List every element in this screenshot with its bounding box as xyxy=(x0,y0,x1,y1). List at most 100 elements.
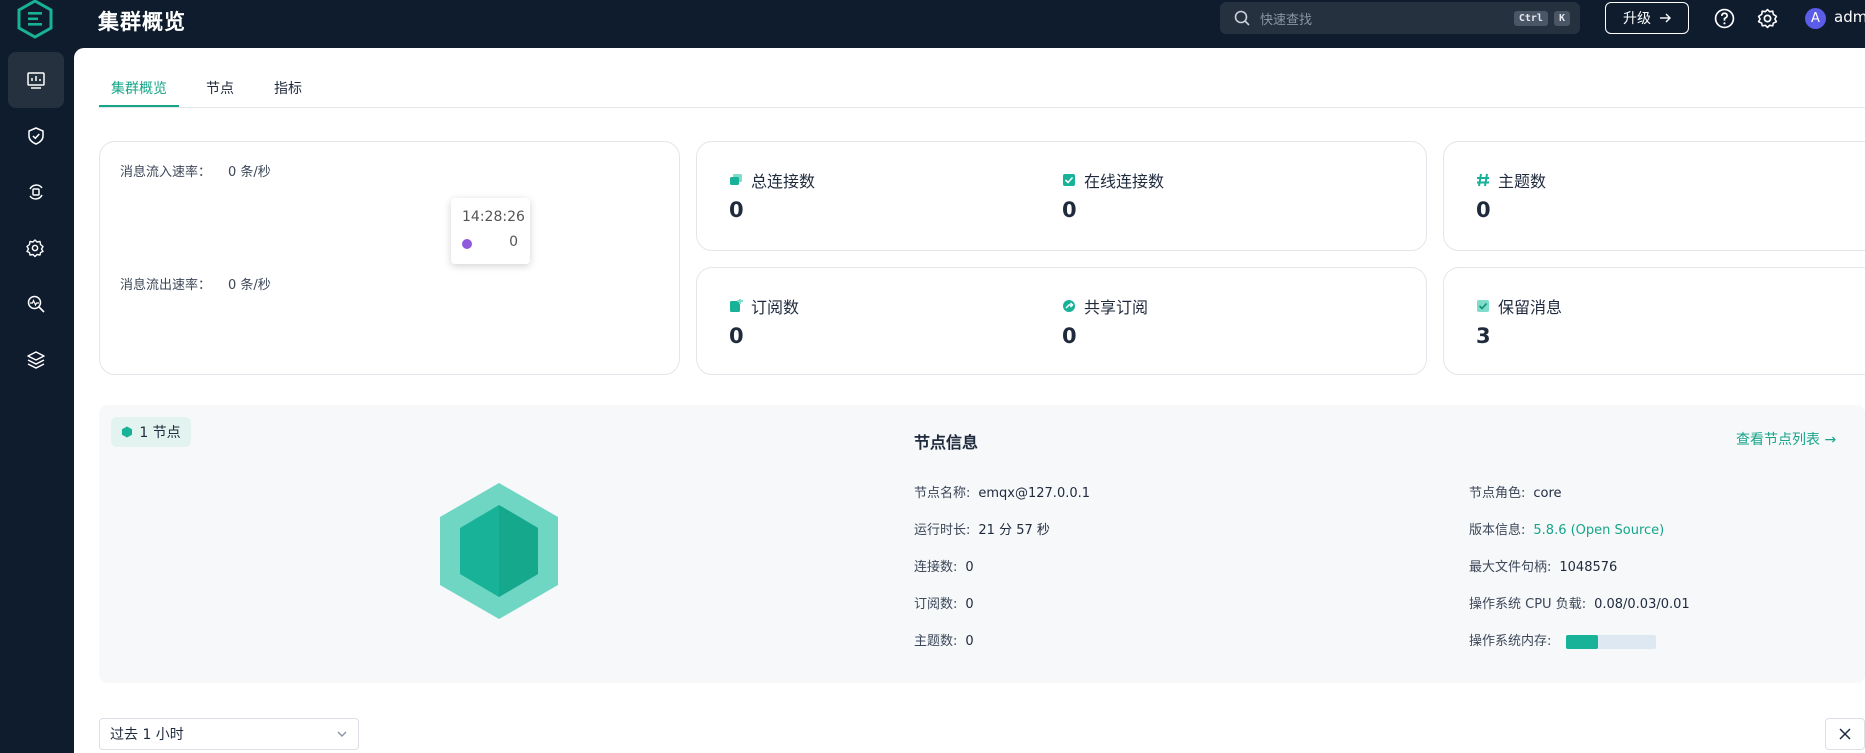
search-placeholder: 快速查找 xyxy=(1260,12,1313,28)
integration-icon xyxy=(29,184,43,200)
memory-usage-bar xyxy=(1565,634,1656,649)
tab-bar: 集群概览 节点 指标 xyxy=(99,72,1865,108)
node-connections-row: 连接数: 0 xyxy=(914,556,974,575)
node-role-key: 节点角色: xyxy=(1469,486,1526,501)
uptime-key: 运行时长: xyxy=(914,523,971,538)
max-fds-key: 最大文件句柄: xyxy=(1469,560,1552,575)
inbound-rate-value: 0 条/秒 xyxy=(228,165,271,180)
subscription-icon xyxy=(730,299,743,312)
subscriptions-label: 订阅数 xyxy=(751,298,800,317)
node-subscriptions-row: 订阅数: 0 xyxy=(914,593,974,612)
main-content: 集群概览 节点 指标 消息流入速率： 0 条/秒 消息流出速率： 0 条/秒 1… xyxy=(74,48,1865,753)
uptime-row: 运行时长: 21 分 57 秒 xyxy=(914,519,1050,538)
node-role-value: core xyxy=(1533,486,1562,501)
emqx-logo-icon[interactable] xyxy=(15,0,55,40)
shared-subscriptions-label: 共享订阅 xyxy=(1084,298,1149,317)
time-range-select[interactable]: 过去 1 小时 xyxy=(99,718,359,750)
node-hexagon-small-icon xyxy=(122,426,133,438)
memory-row: 操作系统内存: xyxy=(1469,630,1656,649)
node-role-row: 节点角色: core xyxy=(1469,482,1562,501)
live-connections-value: 0 xyxy=(1062,198,1077,222)
node-panel: 1 节点 节点信息 查看节点列表 → 节点名称: emqx@127.0.0.1 运… xyxy=(99,405,1865,683)
user-avatar[interactable]: A xyxy=(1805,8,1826,29)
max-fds-value: 1048576 xyxy=(1559,560,1618,575)
chevron-down-icon xyxy=(337,731,347,737)
close-icon xyxy=(1839,728,1851,740)
node-count-badge: 1 节点 xyxy=(111,417,191,447)
tab-nodes[interactable]: 节点 xyxy=(206,78,234,98)
sidebar-item-access-control[interactable] xyxy=(8,108,64,164)
shortcut-k-key: K xyxy=(1553,10,1570,26)
node-topics-key: 主题数: xyxy=(914,634,958,649)
sidebar-item-dashboard[interactable] xyxy=(8,52,64,108)
retained-card: 保留消息 3 xyxy=(1443,267,1865,375)
version-key: 版本信息: xyxy=(1469,523,1526,538)
version-value[interactable]: 5.8.6 (Open Source) xyxy=(1533,523,1664,538)
retained-label: 保留消息 xyxy=(1498,298,1563,317)
node-name-value: emqx@127.0.0.1 xyxy=(978,486,1091,501)
settings-button[interactable] xyxy=(1755,6,1779,30)
node-subscriptions-value: 0 xyxy=(965,597,974,612)
gear-icon xyxy=(1757,8,1777,28)
help-button[interactable] xyxy=(1712,6,1736,30)
connections-card: 总连接数 0 在线连接数 0 xyxy=(696,141,1427,251)
share-icon xyxy=(1063,300,1075,312)
search-icon xyxy=(1234,10,1250,26)
node-count-label: 1 节点 xyxy=(139,425,181,441)
shared-subscriptions-stat: 共享订阅 0 xyxy=(1062,294,1148,348)
max-fds-row: 最大文件句柄: 1048576 xyxy=(1469,556,1617,575)
total-connections-label: 总连接数 xyxy=(751,172,816,191)
quick-search[interactable]: 快速查找 Ctrl K xyxy=(1220,2,1580,34)
node-name-row: 节点名称: emqx@127.0.0.1 xyxy=(914,482,1090,501)
view-node-list-link[interactable]: 查看节点列表 → xyxy=(1736,429,1836,449)
sidebar-item-integration[interactable] xyxy=(8,164,64,220)
app: 集群概览 快速查找 Ctrl K 升级 A adm 集群概览 节点 指标 消息流… xyxy=(0,0,1865,753)
tab-metrics[interactable]: 指标 xyxy=(274,78,302,98)
node-connections-value: 0 xyxy=(965,560,974,575)
management-icon xyxy=(26,239,44,258)
topics-value: 0 xyxy=(1476,198,1491,222)
uptime-value: 21 分 57 秒 xyxy=(978,523,1050,538)
upgrade-button[interactable]: 升级 xyxy=(1605,2,1689,34)
retained-stat: 保留消息 3 xyxy=(1476,294,1562,348)
inbound-rate-label: 消息流入速率： xyxy=(120,165,212,180)
view-node-list-label: 查看节点列表 xyxy=(1736,432,1820,448)
upgrade-label: 升级 xyxy=(1623,11,1651,27)
page-title: 集群概览 xyxy=(98,10,186,34)
node-hexagon-icon[interactable] xyxy=(438,481,560,621)
node-name-key: 节点名称: xyxy=(914,486,971,501)
topics-label: 主题数 xyxy=(1498,172,1547,191)
node-topics-value: 0 xyxy=(965,634,974,649)
node-info-title: 节点信息 xyxy=(914,433,979,452)
hash-icon xyxy=(1477,173,1489,187)
layers-icon xyxy=(27,351,45,369)
sidebar-item-management[interactable] xyxy=(8,220,64,276)
tab-cluster-overview[interactable]: 集群概览 xyxy=(111,78,167,98)
memory-usage-fill xyxy=(1565,634,1598,649)
message-rate-card: 消息流入速率： 0 条/秒 消息流出速率： 0 条/秒 14:28:26 0 xyxy=(99,141,680,375)
memory-key: 操作系统内存: xyxy=(1469,634,1552,649)
live-connections-stat: 在线连接数 0 xyxy=(1062,168,1164,222)
chart-tooltip: 14:28:26 0 xyxy=(451,198,530,264)
retained-value: 3 xyxy=(1476,324,1491,348)
node-topics-row: 主题数: 0 xyxy=(914,630,974,649)
outbound-rate-value: 0 条/秒 xyxy=(228,278,271,293)
help-icon xyxy=(1714,8,1734,28)
cpu-load-key: 操作系统 CPU 负载: xyxy=(1469,597,1587,612)
time-range-value: 过去 1 小时 xyxy=(110,727,184,743)
tooltip-value: 0 xyxy=(509,234,518,250)
sidebar-item-diagnose[interactable] xyxy=(8,276,64,332)
diagnose-icon xyxy=(27,295,45,313)
sidebar-item-extensions[interactable] xyxy=(8,332,64,388)
live-connections-label: 在线连接数 xyxy=(1084,172,1165,191)
cpu-load-value: 0.08/0.03/0.01 xyxy=(1594,597,1690,612)
username[interactable]: admi xyxy=(1834,8,1865,26)
sidebar xyxy=(0,48,74,753)
outbound-rate-label: 消息流出速率： xyxy=(120,278,212,293)
tooltip-time: 14:28:26 xyxy=(462,209,525,225)
shortcut-ctrl-key: Ctrl xyxy=(1513,10,1548,26)
shared-subscriptions-value: 0 xyxy=(1062,324,1077,348)
active-tab-indicator xyxy=(99,105,179,107)
arrow-right-icon: → xyxy=(1824,432,1837,448)
close-button[interactable] xyxy=(1825,718,1865,750)
